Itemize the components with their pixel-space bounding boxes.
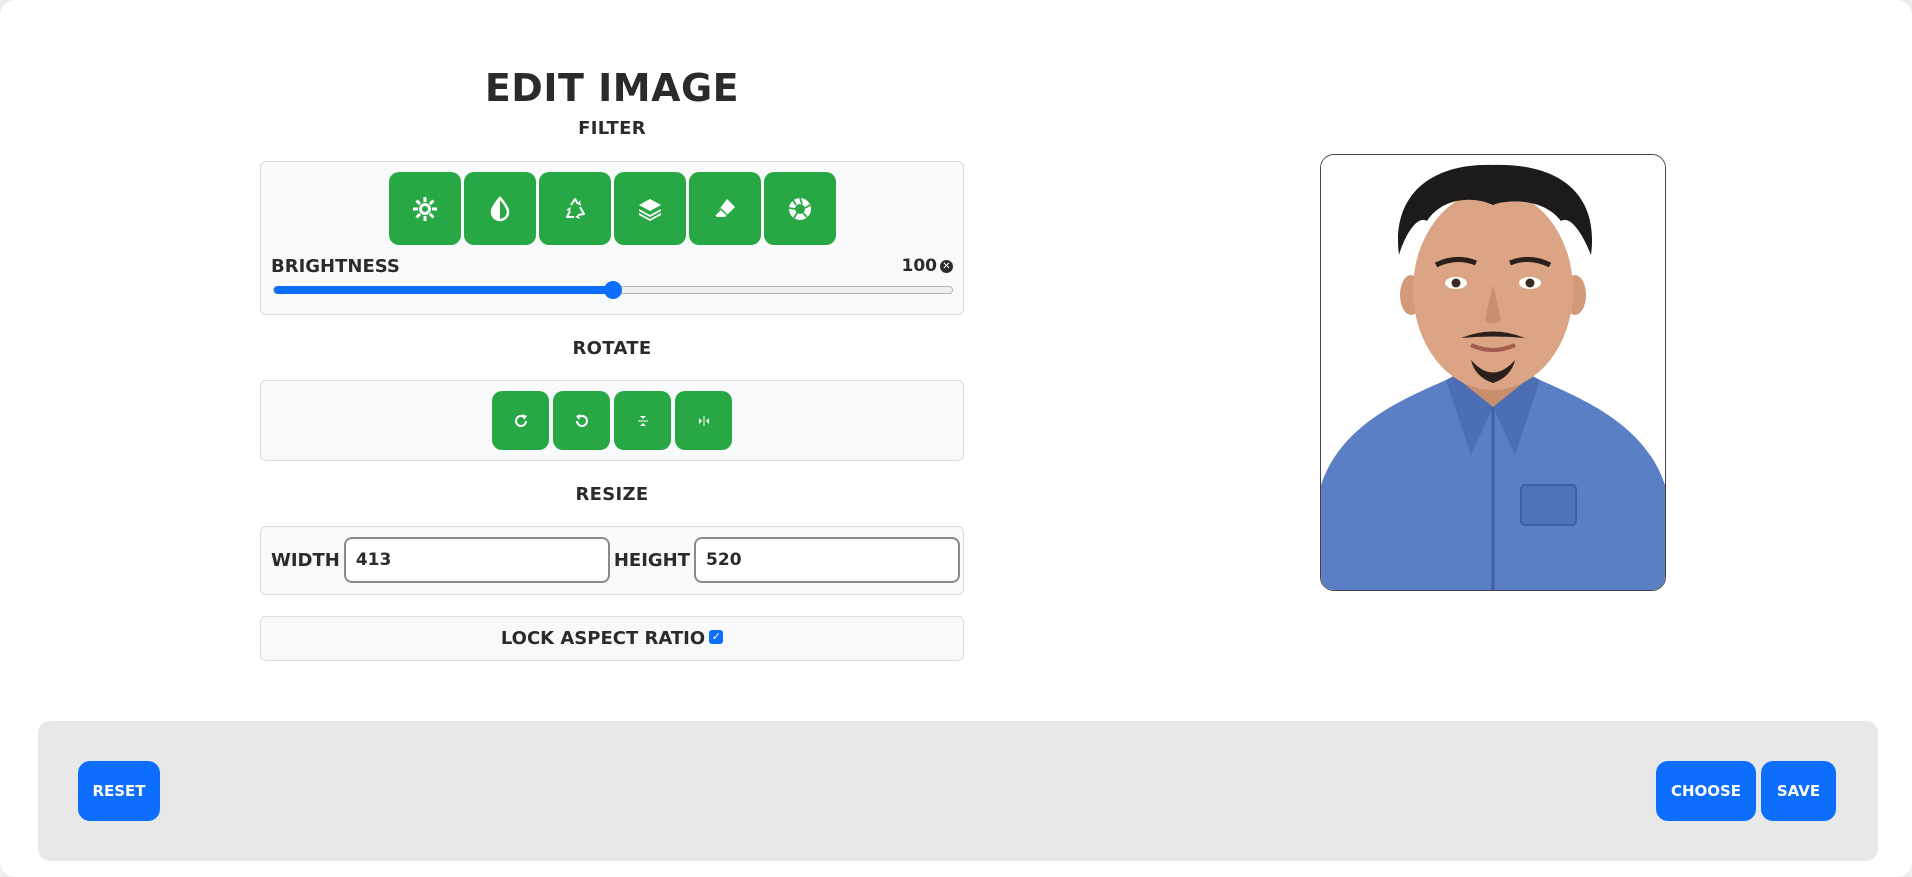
rotate-right-icon bbox=[514, 413, 527, 427]
rotate-left-icon bbox=[575, 413, 588, 427]
lock-aspect-row: LOCK ASPECT RATIO ✓ bbox=[261, 617, 963, 660]
lock-aspect-checkbox[interactable]: ✓ bbox=[709, 629, 724, 644]
flip-horizontal-icon bbox=[698, 415, 709, 426]
filter-button-row bbox=[261, 172, 963, 245]
eraser-filter-button[interactable] bbox=[688, 172, 761, 245]
flip-vertical-icon bbox=[637, 415, 648, 426]
editor-page: EDIT IMAGE FILTER BRIGHTNESS 100 ✕ ROTAT… bbox=[0, 0, 1912, 877]
brightness-filter-button[interactable] bbox=[388, 172, 461, 245]
height-input[interactable] bbox=[694, 537, 961, 583]
active-filter-label: BRIGHTNESS bbox=[271, 256, 400, 277]
filter-value: 100 bbox=[901, 256, 938, 276]
lock-panel: LOCK ASPECT RATIO ✓ bbox=[260, 616, 964, 661]
rotate-button-row bbox=[261, 391, 963, 450]
rotate-right-button[interactable] bbox=[492, 391, 549, 450]
clear-icon[interactable]: ✕ bbox=[940, 260, 953, 273]
choose-button[interactable]: CHOOSE bbox=[1656, 761, 1756, 821]
rotate-heading: ROTATE bbox=[572, 338, 652, 359]
rotate-left-button[interactable] bbox=[553, 391, 610, 450]
recycle-filter-button[interactable] bbox=[538, 172, 611, 245]
image-preview bbox=[1320, 154, 1666, 591]
aperture-icon bbox=[788, 197, 811, 220]
layers-icon bbox=[638, 198, 661, 221]
slider-thumb[interactable] bbox=[604, 281, 622, 299]
portrait-photo bbox=[1321, 155, 1665, 590]
width-input[interactable] bbox=[343, 537, 610, 583]
aperture-filter-button[interactable] bbox=[763, 172, 836, 245]
rotate-panel bbox=[260, 380, 964, 461]
footer-bar: RESET CHOOSE SAVE bbox=[38, 721, 1878, 861]
width-label: WIDTH bbox=[271, 549, 340, 571]
contrast-filter-button[interactable] bbox=[463, 172, 536, 245]
lock-aspect-label: LOCK ASPECT RATIO bbox=[500, 628, 706, 649]
reset-button[interactable]: RESET bbox=[78, 761, 160, 821]
contrast-icon bbox=[490, 195, 509, 221]
filter-heading: FILTER bbox=[578, 118, 646, 139]
layers-filter-button[interactable] bbox=[613, 172, 686, 245]
height-label: HEIGHT bbox=[613, 549, 691, 571]
filter-panel: BRIGHTNESS 100 ✕ bbox=[260, 161, 964, 315]
slider-fill bbox=[274, 286, 613, 294]
flip-horizontal-button[interactable] bbox=[675, 391, 732, 450]
eraser-icon bbox=[713, 198, 735, 217]
resize-heading: RESIZE bbox=[575, 484, 649, 505]
save-button[interactable]: SAVE bbox=[1761, 761, 1836, 821]
page-title: EDIT IMAGE bbox=[484, 66, 740, 110]
resize-row: WIDTH HEIGHT bbox=[271, 537, 961, 583]
recycle-icon bbox=[565, 197, 585, 219]
resize-panel: WIDTH HEIGHT bbox=[260, 526, 964, 595]
flip-vertical-button[interactable] bbox=[614, 391, 671, 450]
brightness-icon bbox=[412, 196, 437, 221]
brightness-slider[interactable] bbox=[273, 281, 953, 299]
